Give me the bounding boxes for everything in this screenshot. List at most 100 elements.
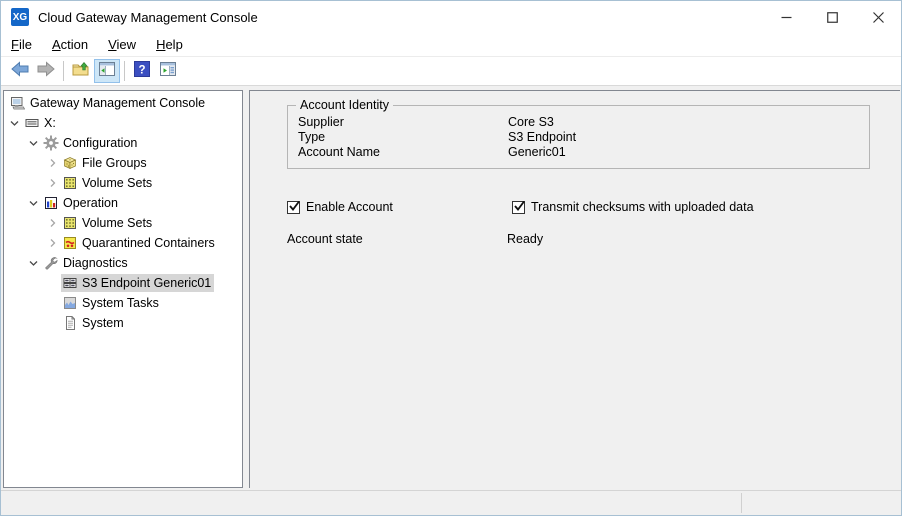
account-identity-group: Account Identity SupplierCore S3TypeS3 E… — [287, 105, 870, 169]
bar-chart-icon — [43, 195, 59, 211]
tree-node-body: Gateway Management Console — [9, 94, 208, 112]
svg-text:?: ? — [138, 64, 145, 76]
maximize-icon — [827, 12, 838, 23]
wrench-icon — [43, 255, 59, 271]
tree-node-body: X: — [23, 114, 59, 132]
tree-item-file-groups[interactable]: File Groups — [4, 153, 242, 173]
console-tree: Gateway Management Console X: Configuratio… — [3, 90, 243, 488]
close-icon — [873, 12, 884, 23]
volume-grid-icon — [62, 215, 78, 231]
chevron-expanded-icon[interactable] — [25, 195, 42, 211]
tree-item-label: S3 Endpoint Generic01 — [82, 276, 211, 290]
menu-action[interactable]: Action — [46, 35, 94, 54]
menubar: File Action View Help — [1, 33, 901, 57]
field-label: Account Name — [298, 145, 508, 160]
field-value: Core S3 — [508, 115, 554, 130]
tree-item-label: X: — [44, 116, 56, 130]
tree-node-body: S3 Endpoint Generic01 — [61, 274, 214, 292]
volume-grid-icon — [62, 175, 78, 191]
tree-item-label: System Tasks — [82, 296, 159, 310]
checkbox-label: Transmit checksums with uploaded data — [531, 200, 754, 214]
tree-node-body: Diagnostics — [42, 254, 131, 272]
tree-item-label: Quarantined Containers — [82, 236, 215, 250]
checkbox-box[interactable] — [512, 201, 525, 214]
toolbar-separator — [124, 61, 125, 81]
tree-item-label: System — [82, 316, 124, 330]
tree-item-x[interactable]: X: — [4, 113, 242, 133]
console-tree-toggle-icon — [97, 59, 117, 84]
chevron-expanded-icon[interactable] — [6, 115, 23, 131]
checkbox-label: Enable Account — [306, 200, 393, 214]
field-label: Type — [298, 130, 508, 145]
close-button[interactable] — [855, 1, 901, 33]
checkbox-row: Enable Account Transmit checksums with up… — [287, 200, 754, 214]
chevron-expanded-icon[interactable] — [25, 255, 42, 271]
chevron-collapsed-icon[interactable] — [44, 175, 61, 191]
tree-item-configuration[interactable]: Configuration — [4, 133, 242, 153]
toolbar: ? — [1, 57, 901, 86]
action-pane-toggle-button[interactable] — [155, 59, 181, 83]
tree-item-volume-sets[interactable]: Volume Sets — [4, 213, 242, 233]
maximize-button[interactable] — [809, 1, 855, 33]
forward-arrow-icon — [36, 59, 56, 84]
tree-node-body: Configuration — [42, 134, 140, 152]
field-label: Supplier — [298, 115, 508, 130]
tree-node-body: Volume Sets — [61, 214, 155, 232]
chevron-spacer — [44, 315, 61, 331]
chevron-spacer — [44, 275, 61, 291]
forward-arrow-button[interactable] — [33, 59, 59, 83]
package-icon — [62, 155, 78, 171]
status-bar — [1, 490, 901, 515]
tree-item-operation[interactable]: Operation — [4, 193, 242, 213]
chevron-collapsed-icon[interactable] — [44, 215, 61, 231]
tree-item-label: File Groups — [82, 156, 147, 170]
checkbox-box[interactable] — [287, 201, 300, 214]
gear-icon — [43, 135, 59, 151]
tree-item-system-tasks[interactable]: System Tasks — [4, 293, 242, 313]
menu-help[interactable]: Help — [150, 35, 189, 54]
system-tasks-icon — [62, 295, 78, 311]
checkbox-enable-account[interactable]: Enable Account — [287, 200, 512, 214]
tree-item-s3-endpoint-generic01[interactable]: S3 Endpoint Generic01 — [4, 273, 242, 293]
field-value: S3 Endpoint — [508, 130, 576, 145]
tree-item-gateway-management-console[interactable]: Gateway Management Console — [4, 93, 242, 113]
help-icon: ? — [132, 59, 152, 84]
account-state-label: Account state — [287, 232, 507, 246]
up-one-level-button[interactable] — [68, 59, 94, 83]
tree-item-label: Volume Sets — [82, 216, 152, 230]
field-row-type: TypeS3 Endpoint — [298, 130, 869, 145]
tree-item-volume-sets[interactable]: Volume Sets — [4, 173, 242, 193]
chevron-spacer — [44, 295, 61, 311]
checkbox-transmit-checksums-with-uploaded-data[interactable]: Transmit checksums with uploaded data — [512, 200, 754, 214]
endpoint-cells-icon — [62, 275, 78, 291]
menu-view[interactable]: View — [102, 35, 142, 54]
menu-file[interactable]: File — [5, 35, 38, 54]
field-value: Generic01 — [508, 145, 566, 160]
status-bar-divider — [741, 493, 742, 513]
help-button[interactable]: ? — [129, 59, 155, 83]
window-title: Cloud Gateway Management Console — [38, 10, 258, 25]
tree-item-label: Gateway Management Console — [30, 96, 205, 110]
tree-item-label: Configuration — [63, 136, 137, 150]
minimize-button[interactable] — [763, 1, 809, 33]
chevron-collapsed-icon[interactable] — [44, 155, 61, 171]
field-row-account-name: Account NameGeneric01 — [298, 145, 869, 160]
tree-node-body: File Groups — [61, 154, 150, 172]
tree-node-body: System Tasks — [61, 294, 162, 312]
console-root-icon — [10, 95, 26, 111]
window-controls — [763, 1, 901, 33]
chevron-collapsed-icon[interactable] — [44, 235, 61, 251]
tree-item-label: Volume Sets — [82, 176, 152, 190]
tree-item-quarantined-containers[interactable]: Quarantined Containers — [4, 233, 242, 253]
tree-item-system[interactable]: System — [4, 313, 242, 333]
account-state-row: Account state Ready — [287, 232, 543, 246]
chevron-expanded-icon[interactable] — [25, 135, 42, 151]
back-arrow-icon — [10, 59, 30, 84]
console-tree-toggle-button[interactable] — [94, 59, 120, 83]
app-window: XG Cloud Gateway Management Console File… — [0, 0, 902, 516]
main-area: Gateway Management Console X: Configuratio… — [1, 86, 901, 490]
back-arrow-button[interactable] — [7, 59, 33, 83]
tree-node-body: Volume Sets — [61, 174, 155, 192]
tree-item-diagnostics[interactable]: Diagnostics — [4, 253, 242, 273]
account-identity-fields: SupplierCore S3TypeS3 EndpointAccount Na… — [288, 106, 869, 160]
